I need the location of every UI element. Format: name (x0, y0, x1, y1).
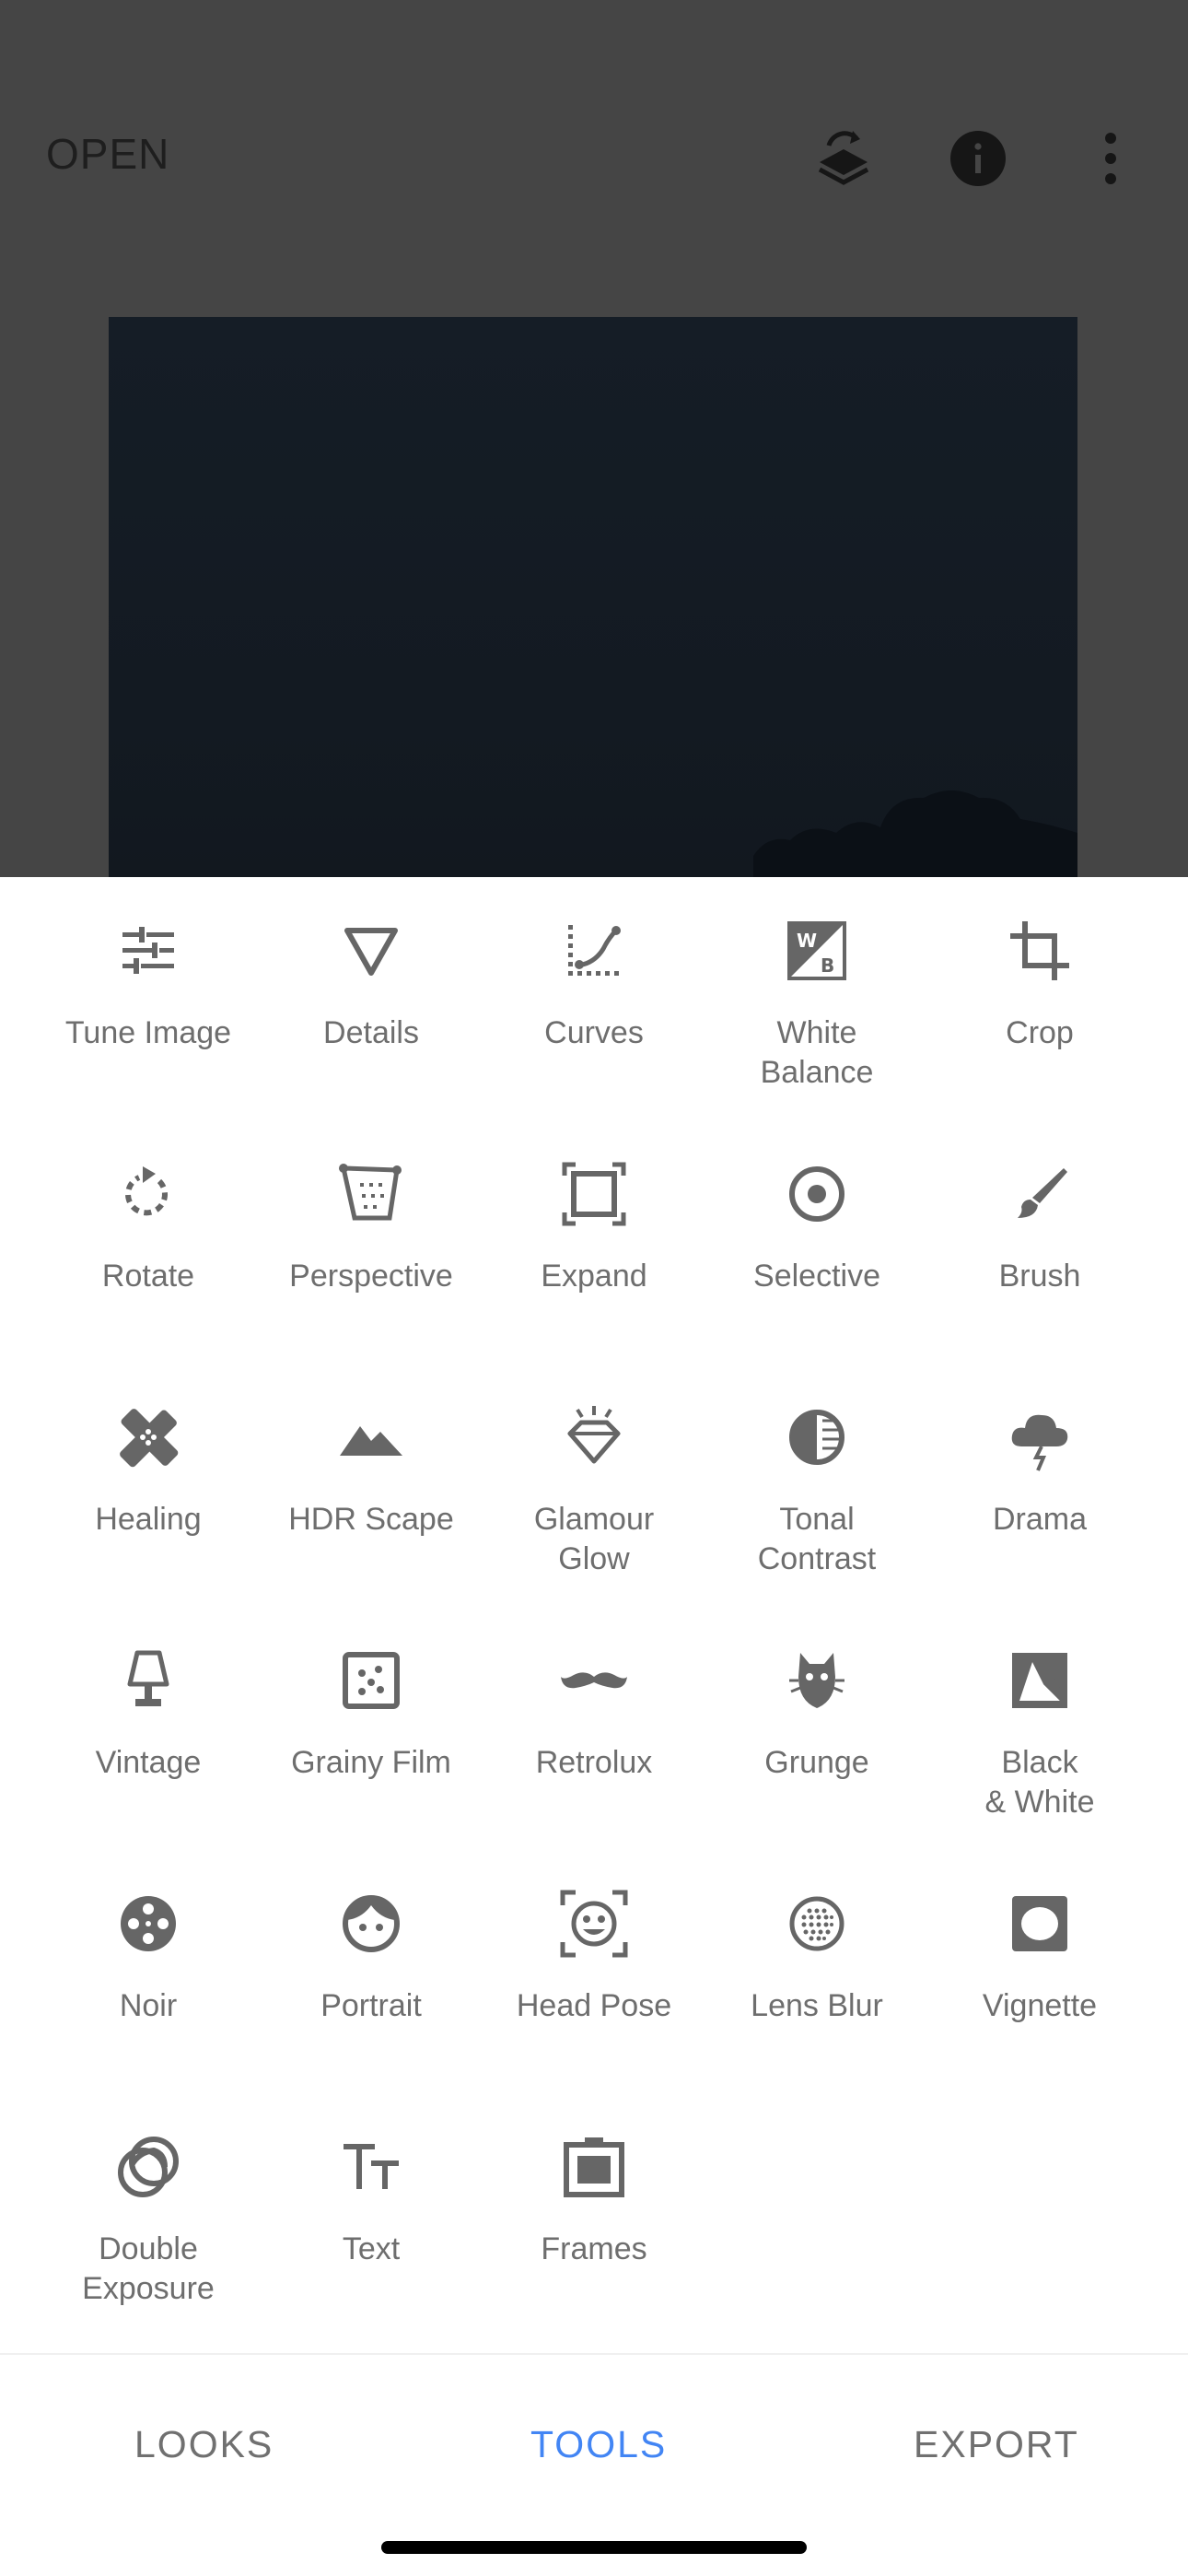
tool-rotate[interactable]: Rotate (37, 1157, 260, 1296)
hdr-scape-icon (334, 1400, 408, 1474)
tool-label: Frames (541, 2231, 647, 2266)
tune-icon (111, 914, 185, 988)
tool-label: Tonal Contrast (757, 1502, 877, 1576)
tool-label: Portrait (320, 1988, 422, 2023)
portrait-icon (334, 1887, 408, 1961)
tool-label: Grainy Film (291, 1745, 451, 1780)
tool-label: Expand (541, 1259, 647, 1294)
layers-revert-icon[interactable] (810, 125, 877, 192)
tonal-contrast-icon (780, 1400, 854, 1474)
tool-label: Drama (992, 1502, 1088, 1537)
tool-label: Healing (95, 1502, 202, 1537)
tool-label: Head Pose (516, 1988, 672, 2023)
text-icon (334, 2130, 408, 2204)
vignette-icon (1003, 1887, 1077, 1961)
tree-silhouette (753, 790, 1077, 877)
expand-icon (557, 1157, 631, 1231)
tool-portrait[interactable]: Portrait (260, 1887, 483, 2026)
head-pose-icon (557, 1887, 631, 1961)
tool-retrolux[interactable]: Retrolux (483, 1644, 705, 1783)
tool-label: Selective (753, 1259, 880, 1294)
noir-icon (111, 1887, 185, 1961)
tool-text[interactable]: Text (260, 2130, 483, 2269)
editor-header-area: OPEN (0, 0, 1188, 877)
tool-head-pose[interactable]: Head Pose (483, 1887, 705, 2026)
black-white-icon (1003, 1644, 1077, 1717)
tool-label: HDR Scape (288, 1502, 454, 1537)
tool-grainy-film[interactable]: Grainy Film (260, 1644, 483, 1783)
retrolux-icon (557, 1644, 631, 1717)
open-button[interactable]: OPEN (46, 129, 169, 179)
tool-label: Double Exposure (82, 2231, 215, 2306)
tool-noir[interactable]: Noir (37, 1887, 260, 2026)
tool-drama[interactable]: Drama (928, 1400, 1151, 1540)
double-exposure-icon (111, 2130, 185, 2204)
info-icon[interactable] (945, 125, 1011, 192)
grunge-icon (780, 1644, 854, 1717)
details-triangle-icon (334, 914, 408, 988)
tool-label: Perspective (289, 1259, 453, 1294)
curves-icon (557, 914, 631, 988)
tool-label: Grunge (764, 1745, 869, 1780)
grainy-film-icon (334, 1644, 408, 1717)
tool-tune-image[interactable]: Tune Image (37, 914, 260, 1053)
tool-grunge[interactable]: Grunge (705, 1644, 928, 1783)
perspective-icon (334, 1157, 408, 1231)
svg-text:B: B (821, 954, 834, 977)
glamour-glow-icon (557, 1400, 631, 1474)
drama-icon (1003, 1400, 1077, 1474)
tool-label: Curves (544, 1015, 644, 1050)
tool-label: Text (342, 2231, 401, 2266)
tool-glamour-glow[interactable]: Glamour Glow (483, 1400, 705, 1579)
tool-perspective[interactable]: Perspective (260, 1157, 483, 1296)
tool-label: Glamour Glow (533, 1502, 655, 1576)
frames-icon (557, 2130, 631, 2204)
svg-text:W: W (797, 930, 817, 952)
tool-label: White Balance (760, 1015, 874, 1090)
tool-crop[interactable]: Crop (928, 914, 1151, 1053)
vintage-icon (111, 1644, 185, 1717)
tool-double-exposure[interactable]: Double Exposure (37, 2130, 260, 2309)
brush-icon (1003, 1157, 1077, 1231)
tool-label: Black & White (984, 1745, 1095, 1820)
tool-details[interactable]: Details (260, 914, 483, 1053)
tool-label: Vignette (982, 1988, 1098, 2023)
tool-label: Brush (998, 1259, 1081, 1294)
white-balance-icon: W B (780, 914, 854, 988)
tool-label: Crop (1006, 1015, 1074, 1050)
photo-preview[interactable] (109, 317, 1077, 877)
tool-brush[interactable]: Brush (928, 1157, 1151, 1296)
tool-label: Retrolux (535, 1745, 653, 1780)
selective-icon (780, 1157, 854, 1231)
tool-healing[interactable]: Healing (37, 1400, 260, 1540)
tools-grid: Tune Image Details Curves W B White Bala… (0, 877, 1188, 2351)
tool-lens-blur[interactable]: Lens Blur (705, 1887, 928, 2026)
tool-vintage[interactable]: Vintage (37, 1644, 260, 1783)
tool-black-white[interactable]: Black & White (928, 1644, 1151, 1822)
tool-tonal-contrast[interactable]: Tonal Contrast (705, 1400, 928, 1579)
tool-label: Tune Image (64, 1015, 232, 1050)
tool-label: Vintage (95, 1745, 202, 1780)
tool-frames[interactable]: Frames (483, 2130, 705, 2269)
tab-looks[interactable]: LOOKS (134, 2423, 274, 2466)
lens-blur-icon (780, 1887, 854, 1961)
healing-icon (111, 1400, 185, 1474)
tool-label: Rotate (101, 1259, 195, 1294)
tool-selective[interactable]: Selective (705, 1157, 928, 1296)
home-indicator[interactable] (381, 2541, 807, 2554)
tool-hdr-scape[interactable]: HDR Scape (260, 1400, 483, 1540)
tool-label: Noir (119, 1988, 178, 2023)
more-vert-icon[interactable] (1077, 125, 1144, 192)
tool-white-balance[interactable]: W B White Balance (705, 914, 928, 1093)
tool-vignette[interactable]: Vignette (928, 1887, 1151, 2026)
tool-label: Details (323, 1015, 419, 1050)
tab-export[interactable]: EXPORT (914, 2423, 1079, 2466)
crop-icon (1003, 914, 1077, 988)
rotate-icon (111, 1157, 185, 1231)
tool-expand[interactable]: Expand (483, 1157, 705, 1296)
tab-tools[interactable]: TOOLS (530, 2423, 667, 2466)
tool-curves[interactable]: Curves (483, 914, 705, 1053)
tool-label: Lens Blur (751, 1988, 883, 2023)
